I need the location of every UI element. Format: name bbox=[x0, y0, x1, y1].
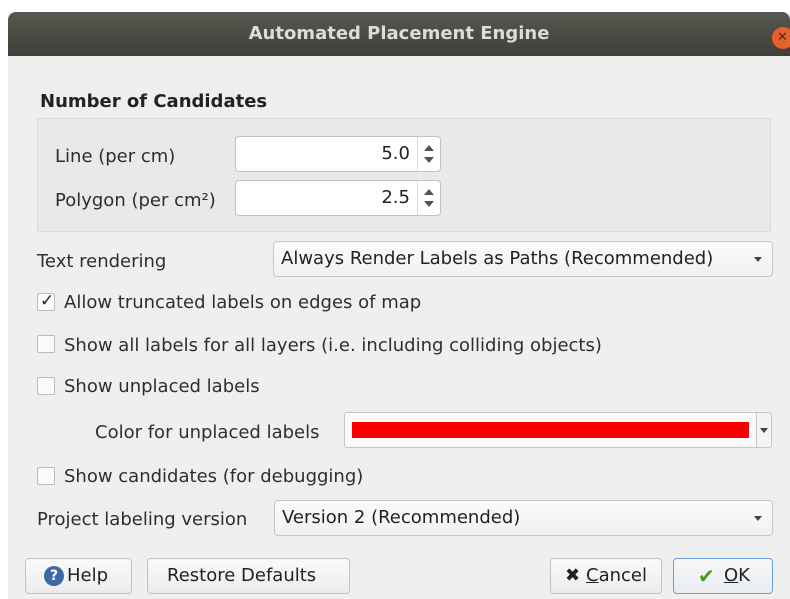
truncated-label[interactable]: Allow truncated labels on edges of map bbox=[64, 292, 421, 313]
spin-up-icon[interactable] bbox=[424, 189, 434, 195]
restore-defaults-button[interactable]: Restore Defaults bbox=[147, 558, 350, 594]
checkmark-icon: ✔ bbox=[698, 564, 715, 588]
line-label: Line (per cm) bbox=[55, 146, 176, 167]
line-spinbox[interactable]: 5.0 bbox=[235, 136, 441, 172]
labeling-version-select[interactable]: Version 2 (Recommended) bbox=[274, 500, 773, 536]
ok-mnemonic: O bbox=[724, 565, 739, 586]
ok-button[interactable]: ✔ OK bbox=[673, 558, 773, 594]
text-rendering-label: Text rendering bbox=[37, 251, 167, 272]
cancel-button[interactable]: ✖ Cancel bbox=[550, 558, 662, 594]
polygon-label: Polygon (per cm²) bbox=[55, 190, 216, 211]
close-icon[interactable]: ✕ bbox=[772, 27, 790, 49]
help-label: Help bbox=[67, 565, 109, 586]
unplaced-checkbox[interactable] bbox=[37, 377, 55, 395]
color-menu-button[interactable] bbox=[756, 412, 772, 448]
group-title-candidates: Number of Candidates bbox=[40, 91, 268, 112]
cancel-icon: ✖ bbox=[565, 565, 581, 586]
color-swatch bbox=[352, 422, 749, 438]
unplaced-color-button[interactable] bbox=[344, 412, 757, 448]
candidates-checkbox[interactable] bbox=[37, 467, 55, 485]
show-all-checkbox[interactable] bbox=[37, 335, 55, 353]
unplaced-color-label: Color for unplaced labels bbox=[95, 422, 320, 443]
polygon-spin-arrows[interactable] bbox=[417, 181, 440, 215]
candidates-debug-label[interactable]: Show candidates (for debugging) bbox=[64, 466, 363, 487]
chevron-down-icon bbox=[754, 257, 762, 262]
show-all-label[interactable]: Show all labels for all layers (i.e. inc… bbox=[64, 335, 602, 356]
cancel-label-rest: ancel bbox=[598, 565, 647, 586]
polygon-value: 2.5 bbox=[381, 187, 410, 208]
chevron-down-icon bbox=[754, 516, 762, 521]
line-spin-arrows[interactable] bbox=[417, 137, 440, 171]
labeling-version-label: Project labeling version bbox=[37, 509, 248, 530]
ok-label-rest: K bbox=[738, 565, 750, 586]
labeling-version-value: Version 2 (Recommended) bbox=[282, 507, 521, 528]
spin-down-icon[interactable] bbox=[424, 157, 434, 163]
unplaced-label[interactable]: Show unplaced labels bbox=[64, 376, 260, 397]
title-bar[interactable]: Automated Placement Engine ✕ bbox=[8, 12, 790, 56]
window-title: Automated Placement Engine bbox=[248, 23, 550, 44]
chevron-down-icon bbox=[760, 428, 768, 433]
check-icon: ✓ bbox=[40, 291, 55, 311]
text-rendering-value: Always Render Labels as Paths (Recommend… bbox=[281, 248, 714, 269]
cancel-mnemonic: C bbox=[586, 565, 599, 586]
text-rendering-select[interactable]: Always Render Labels as Paths (Recommend… bbox=[273, 241, 773, 277]
ok-label: OK bbox=[724, 559, 750, 593]
restore-defaults-label: Restore Defaults bbox=[167, 565, 317, 586]
cancel-label: Cancel bbox=[586, 559, 647, 593]
line-value: 5.0 bbox=[381, 143, 410, 164]
spin-up-icon[interactable] bbox=[424, 145, 434, 151]
truncated-checkbox[interactable]: ✓ bbox=[37, 291, 55, 311]
spin-down-icon[interactable] bbox=[424, 201, 434, 207]
dialog-window: Automated Placement Engine ✕ Number of C… bbox=[8, 12, 790, 599]
help-icon: ? bbox=[44, 566, 64, 586]
help-button[interactable]: ? Help bbox=[25, 558, 132, 594]
polygon-spinbox[interactable]: 2.5 bbox=[235, 180, 441, 216]
